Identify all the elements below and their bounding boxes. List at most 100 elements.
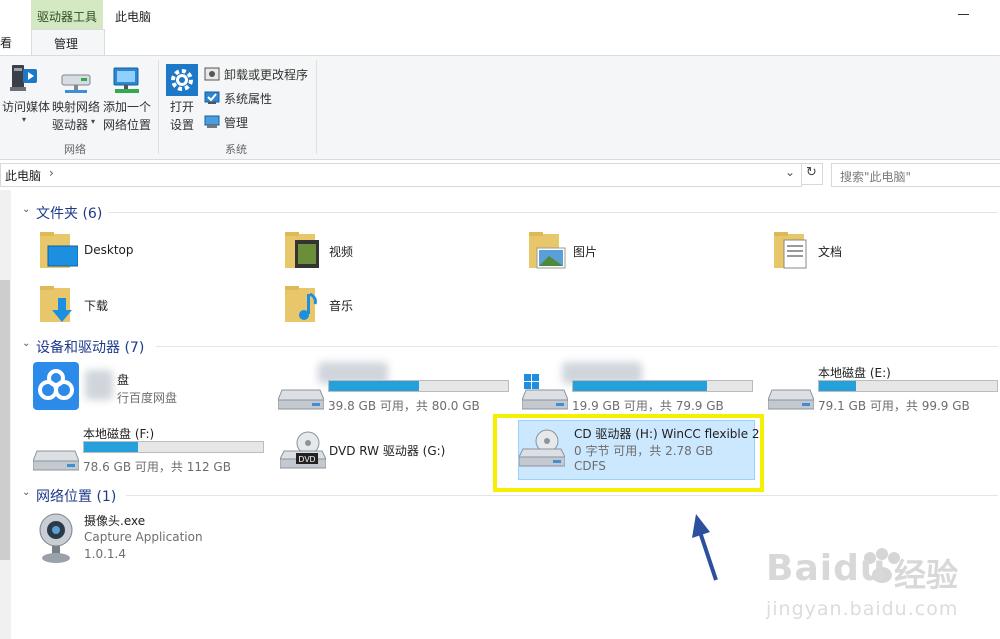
folders-section-title[interactable]: 文件夹 (6) (36, 203, 102, 223)
network-section-title[interactable]: 网络位置 (1) (36, 486, 116, 506)
section-divider (126, 495, 998, 496)
drive-d[interactable]: 19.9 GB 可用，共 79.9 GB (522, 362, 757, 413)
section-divider (108, 212, 998, 213)
access-media-icon (10, 65, 37, 91)
collapse-folders-icon[interactable]: ⌄ (22, 204, 30, 215)
folder-videos[interactable]: 视频 (283, 228, 483, 272)
system-properties-button[interactable]: 系统属性 (204, 89, 314, 107)
tab-view[interactable]: 查看 (0, 29, 30, 55)
drive-h-space: 0 字节 可用，共 2.78 GB (574, 444, 714, 458)
system-properties-label: 系统属性 (224, 92, 273, 106)
drive-e-usage-bar (818, 380, 998, 392)
tab-manage-label: 管理 (54, 37, 79, 51)
minimize-icon[interactable] (958, 6, 970, 16)
devices-section-title[interactable]: 设备和驱动器 (7) (36, 337, 144, 357)
downloads-folder-icon (40, 286, 72, 322)
blurred-region (85, 370, 113, 400)
open-settings-label-1: 打开 (170, 100, 195, 114)
drive-c-usage-bar (328, 380, 509, 392)
hard-drive-icon (278, 389, 324, 410)
open-settings-label-2: 设置 (170, 118, 195, 132)
map-drive-label-1: 映射网络 (52, 100, 101, 114)
map-drive-label-2: 驱动器 (52, 118, 89, 132)
drive-d-usage-bar (572, 380, 753, 392)
system-properties-icon (204, 91, 220, 104)
watermark-url: jingyan.baidu.com (766, 598, 959, 620)
address-bar[interactable]: 此电脑 › ⌄ (0, 163, 802, 187)
webcam-icon (39, 513, 73, 563)
access-media-label: 访问媒体 (2, 100, 51, 114)
baidu-netdisk-drive[interactable]: 盘 行百度网盘 (33, 362, 263, 412)
chevron-down-icon: ▾ (22, 115, 27, 124)
breadcrumb-chevron-icon[interactable]: › (49, 166, 54, 180)
drive-g[interactable]: DVD DVD RW 驱动器 (G:) (280, 423, 490, 473)
map-network-drive-button[interactable]: 映射网络 驱动器 ▾ (52, 61, 101, 132)
refresh-icon: ↻ (806, 165, 817, 180)
usage-fill (573, 381, 708, 391)
music-folder-icon (285, 286, 317, 322)
network-drive-icon (61, 74, 91, 93)
network-item-camera[interactable]: 摄像头.exe Capture Application 1.0.1.4 (36, 510, 266, 566)
add-network-location-button[interactable]: 添加一个 网络位置 (101, 61, 153, 132)
add-location-label-2: 网络位置 (103, 118, 152, 132)
ribbon: 访问媒体 ▾ 映射网络 驱动器 ▾ 添加一个 网络位置 网络 打开 设置 卸载或… (0, 55, 1000, 160)
hard-drive-icon (33, 450, 79, 471)
open-settings-button[interactable]: 打开 设置 (163, 61, 201, 132)
folder-documents[interactable]: 文档 (772, 228, 972, 272)
baidu-drive-sub: 行百度网盘 (117, 391, 178, 405)
drive-e[interactable]: 本地磁盘 (E:) 79.1 GB 可用，共 99.9 GB (768, 362, 1000, 413)
add-location-label-1: 添加一个 (103, 100, 152, 114)
folder-label: Desktop (84, 243, 134, 257)
drive-f[interactable]: 本地磁盘 (F:) 78.6 GB 可用，共 112 GB (33, 423, 268, 474)
context-header-label: 驱动器工具 (37, 10, 98, 24)
drive-c[interactable]: 39.8 GB 可用，共 80.0 GB (278, 362, 513, 413)
refresh-button[interactable]: ↻ (801, 163, 823, 185)
usage-fill (329, 381, 419, 391)
drive-e-name: 本地磁盘 (E:) (818, 366, 891, 380)
watermark-brand: Baidu (766, 548, 887, 589)
drive-e-space: 79.1 GB 可用，共 99.9 GB (818, 399, 970, 413)
folder-label: 下载 (84, 299, 109, 313)
folder-label: 音乐 (329, 299, 354, 313)
folder-label: 视频 (329, 245, 354, 259)
network-item-version: 1.0.1.4 (84, 547, 126, 561)
manage-button[interactable]: 管理 (204, 113, 314, 131)
drive-h[interactable]: CD 驱动器 (H:) WinCC flexible 2 0 字节 可用，共 2… (518, 420, 760, 480)
computer-manage-icon (204, 115, 220, 128)
usage-fill (819, 381, 857, 391)
address-dropdown-icon[interactable]: ⌄ (785, 165, 795, 179)
drive-h-name: CD 驱动器 (H:) WinCC flexible 2 (574, 427, 760, 441)
navigation-pane-scroll-thumb[interactable] (0, 280, 10, 560)
annotation-arrow (692, 514, 718, 581)
uninstall-program-button[interactable]: 卸载或更改程序 (204, 65, 314, 83)
folder-downloads[interactable]: 下载 (38, 282, 238, 326)
folder-pictures[interactable]: 图片 (527, 228, 727, 272)
search-box[interactable]: 搜索"此电脑" (831, 163, 1000, 187)
window-title: 此电脑 (115, 10, 152, 24)
folder-label: 文档 (818, 245, 843, 259)
access-media-button[interactable]: 访问媒体 ▾ (0, 61, 52, 126)
folder-music[interactable]: 音乐 (283, 282, 483, 326)
desktop-folder-icon (40, 232, 78, 268)
videos-folder-icon (285, 232, 319, 268)
collapse-devices-icon[interactable]: ⌄ (22, 338, 30, 349)
system-group-label: 系统 (225, 143, 247, 156)
hard-drive-icon (768, 389, 814, 410)
chevron-down-icon: ▾ (91, 117, 96, 126)
folder-desktop[interactable]: Desktop (38, 228, 238, 272)
collapse-network-icon[interactable]: ⌄ (22, 487, 30, 498)
drive-d-space: 19.9 GB 可用，共 79.9 GB (572, 399, 724, 413)
breadcrumb-this-pc[interactable]: 此电脑 (5, 167, 41, 184)
manage-label: 管理 (224, 116, 249, 130)
dvd-drive-icon: DVD (280, 431, 326, 469)
ribbon-separator (316, 60, 317, 154)
network-item-desc: Capture Application (84, 530, 203, 544)
tab-manage[interactable]: 管理 (31, 29, 105, 56)
drive-tools-context-header: 驱动器工具 (31, 0, 103, 29)
baidu-drive-name-partial: 盘 (117, 373, 130, 387)
baidu-jingyan-watermark: Baidu 经验 jingyan.baidu.com (762, 540, 1000, 639)
drive-c-space: 39.8 GB 可用，共 80.0 GB (328, 399, 480, 413)
section-divider (156, 346, 998, 347)
network-group-label: 网络 (64, 143, 86, 156)
settings-gear-icon (166, 64, 198, 96)
